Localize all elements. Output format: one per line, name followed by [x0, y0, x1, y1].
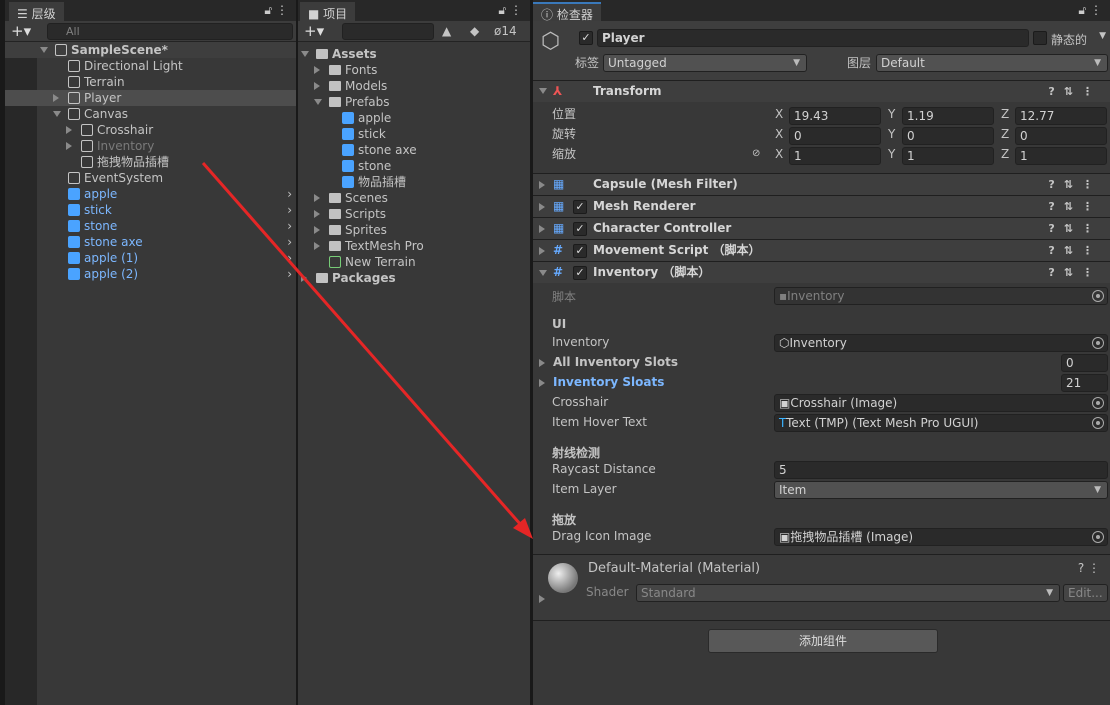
annotation-arrow-line	[201, 162, 530, 534]
annotation-arrow	[201, 162, 533, 539]
